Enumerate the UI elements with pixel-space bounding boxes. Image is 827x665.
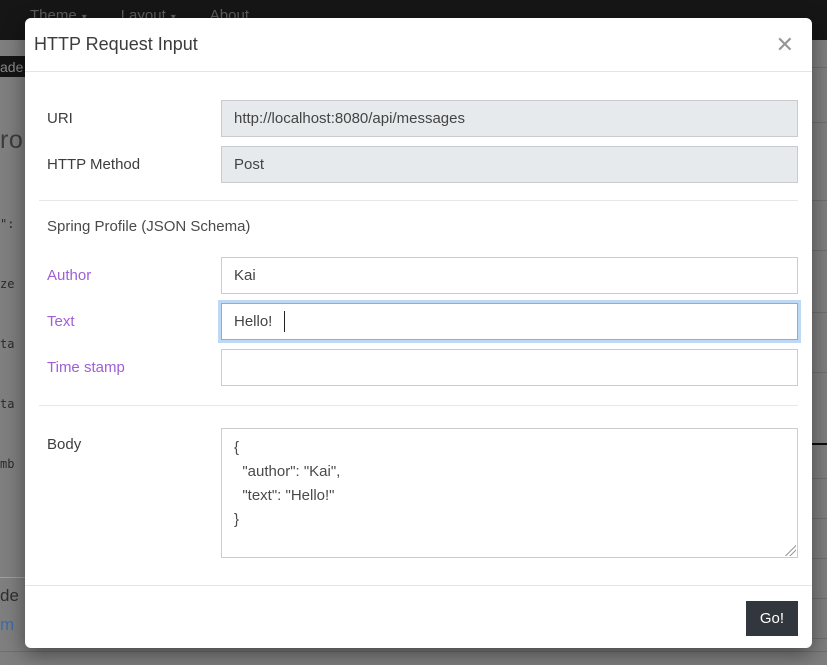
uri-field[interactable]: [221, 100, 798, 137]
text-field[interactable]: [221, 303, 798, 340]
http-request-dialog: HTTP Request Input ✕ URI HTTP Method Spr…: [25, 18, 812, 648]
background-row-line: [812, 200, 827, 201]
http-method-field[interactable]: [221, 146, 798, 183]
http-method-row: HTTP Method: [39, 146, 798, 183]
background-row-line: [812, 443, 827, 445]
go-button[interactable]: Go!: [746, 601, 798, 636]
body-label: Body: [39, 436, 221, 453]
background-row-line: [812, 312, 827, 313]
schema-section-label: Spring Profile (JSON Schema): [39, 217, 798, 237]
background-row-line: [812, 478, 827, 479]
divider: [39, 200, 798, 201]
background-heading-fragment: ro: [0, 126, 23, 155]
divider: [39, 405, 798, 406]
background-row-line: [812, 558, 827, 559]
background-row-line: [812, 638, 827, 639]
uri-label: URI: [39, 110, 221, 127]
background-divider: [0, 577, 25, 578]
background-panel-edge: ade: [0, 56, 27, 77]
background-row-line: [812, 250, 827, 251]
background-row-line: [812, 372, 827, 373]
close-icon[interactable]: ✕: [772, 34, 798, 56]
dialog-footer: Go!: [25, 585, 812, 648]
dialog-header: HTTP Request Input ✕: [25, 18, 812, 72]
http-method-label: HTTP Method: [39, 156, 221, 173]
background-link-fragment: m: [0, 615, 14, 635]
text-cursor: [284, 311, 285, 332]
background-row-line: [0, 651, 827, 652]
background-row-line: [812, 122, 827, 123]
background-row-line: [812, 518, 827, 519]
body-field[interactable]: { "author": "Kai", "text": "Hello!" }: [221, 428, 798, 558]
body-row: Body { "author": "Kai", "text": "Hello!"…: [39, 428, 798, 558]
dialog-title: HTTP Request Input: [34, 34, 198, 55]
dialog-body: URI HTTP Method Spring Profile (JSON Sch…: [25, 72, 812, 562]
background-row-line: [812, 67, 827, 68]
author-row: Author: [39, 257, 798, 294]
timestamp-field[interactable]: [221, 349, 798, 386]
uri-row: URI: [39, 100, 798, 137]
timestamp-row: Time stamp: [39, 349, 798, 386]
author-field[interactable]: [221, 257, 798, 294]
timestamp-label: Time stamp: [39, 359, 221, 376]
text-row: Text: [39, 303, 798, 340]
text-label: Text: [39, 313, 221, 330]
author-label: Author: [39, 267, 221, 284]
background-text-fragment: de: [0, 586, 19, 606]
background-row-line: [812, 598, 827, 599]
